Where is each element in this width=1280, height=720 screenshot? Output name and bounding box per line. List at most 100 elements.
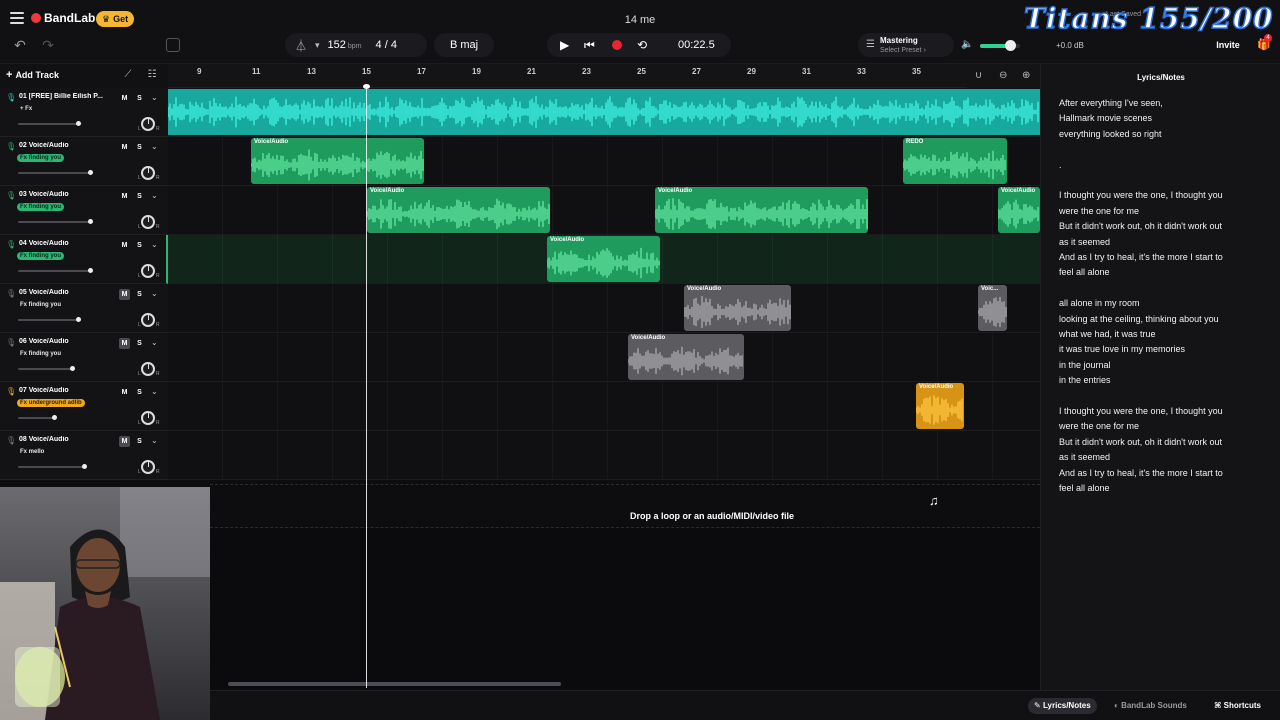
pan-knob[interactable] bbox=[141, 117, 155, 131]
chevron-down-icon[interactable]: ⌄ bbox=[151, 191, 158, 200]
track-lane[interactable] bbox=[168, 88, 1040, 137]
rewind-icon[interactable]: ⏮ bbox=[584, 38, 595, 52]
track-lane[interactable]: Voice/Audio Voic... bbox=[168, 284, 1040, 333]
pan-knob[interactable] bbox=[141, 411, 155, 425]
mic-icon[interactable]: 🎙 bbox=[6, 240, 16, 249]
key-selector[interactable]: B maj bbox=[434, 33, 494, 57]
audio-clip[interactable]: Voice/Audio bbox=[367, 187, 550, 233]
mute-button[interactable]: M bbox=[119, 93, 130, 104]
track-header[interactable]: 🎙 02 Voice/Audio Fx finding you M S ⌄ L … bbox=[0, 137, 168, 186]
mute-button[interactable]: M bbox=[119, 240, 130, 251]
track-lane[interactable]: Voice/Audio bbox=[168, 235, 1040, 284]
audio-clip[interactable]: Voice/Audio bbox=[547, 236, 660, 282]
track-name[interactable]: 02 Voice/Audio bbox=[19, 142, 69, 149]
speaker-icon[interactable]: 🔈 bbox=[961, 39, 973, 50]
track-fx-badge[interactable]: Fx finding you bbox=[17, 203, 64, 211]
mic-icon[interactable]: 🎙 bbox=[6, 387, 16, 396]
track-name[interactable]: 04 Voice/Audio bbox=[19, 240, 69, 247]
chevron-down-icon[interactable]: ⌄ bbox=[151, 93, 158, 102]
track-volume-knob[interactable] bbox=[88, 170, 93, 175]
tempo-control[interactable]: ⏃ ▾ 152 bpm 4 / 4 bbox=[285, 33, 427, 57]
track-header[interactable]: 🎙 08 Voice/Audio Fx mello M S ⌄ L R bbox=[0, 431, 168, 480]
master-volume-knob[interactable] bbox=[1005, 40, 1016, 51]
mastering-selector[interactable]: ☰ Mastering Select Preset › bbox=[858, 33, 954, 57]
audio-clip[interactable]: Voice/Audio bbox=[655, 187, 868, 233]
audio-clip[interactable]: Voice/Audio bbox=[684, 285, 791, 331]
pan-knob[interactable] bbox=[141, 215, 155, 229]
track-volume-knob[interactable] bbox=[70, 366, 75, 371]
track-volume-knob[interactable] bbox=[88, 268, 93, 273]
track-volume-knob[interactable] bbox=[82, 464, 87, 469]
horizontal-scrollbar[interactable] bbox=[228, 682, 561, 686]
grid-icon[interactable] bbox=[166, 38, 180, 52]
pan-knob[interactable] bbox=[141, 166, 155, 180]
bpm-value[interactable]: 152 bpm bbox=[328, 39, 362, 51]
zoom-in-icon[interactable]: ⊕ bbox=[1022, 70, 1030, 81]
track-volume-fader[interactable] bbox=[18, 368, 72, 370]
track-fx-badge[interactable]: Fx mello bbox=[17, 448, 47, 456]
track-volume-fader[interactable] bbox=[18, 270, 90, 272]
track-name[interactable]: 05 Voice/Audio bbox=[19, 289, 69, 296]
mic-icon[interactable]: 🎙 bbox=[6, 142, 16, 151]
loop-icon[interactable]: ⟲ bbox=[637, 38, 647, 52]
track-volume-knob[interactable] bbox=[52, 415, 57, 420]
timeline-ruler[interactable]: 9 11 13 15 17 19 21 23 25 27 29 31 33 35 bbox=[168, 64, 1040, 88]
lyrics-notes-tab[interactable]: ✎ Lyrics/Notes bbox=[1028, 698, 1097, 714]
track-fx-badge[interactable]: + Fx bbox=[17, 105, 35, 113]
audio-clip[interactable]: Voice/Audio bbox=[998, 187, 1040, 233]
lyrics-text[interactable]: After everything I've seen, Hallmark movi… bbox=[1059, 96, 1264, 497]
track-name[interactable]: 07 Voice/Audio bbox=[19, 387, 69, 394]
mic-icon[interactable]: 🎙 bbox=[6, 338, 16, 347]
chevron-down-icon[interactable]: ⌄ bbox=[151, 142, 158, 151]
metronome-icon[interactable]: ⏃ bbox=[295, 37, 307, 54]
track-lane[interactable] bbox=[168, 431, 1040, 480]
track-fx-badge[interactable]: Fx finding you bbox=[17, 154, 64, 162]
mute-button[interactable]: M bbox=[119, 436, 130, 447]
chevron-down-icon[interactable]: ⌄ bbox=[151, 338, 158, 347]
track-volume-fader[interactable] bbox=[18, 221, 90, 223]
solo-button[interactable]: S bbox=[134, 436, 145, 447]
track-volume-fader[interactable] bbox=[18, 123, 78, 125]
redo-icon[interactable]: ↷ bbox=[40, 38, 56, 52]
track-lane[interactable]: Voice/Audio REDO bbox=[168, 137, 1040, 186]
mute-button[interactable]: M bbox=[119, 338, 130, 349]
bandlab-sounds-tab[interactable]: ◐ BandLab Sounds bbox=[1108, 698, 1193, 714]
mute-button[interactable]: M bbox=[119, 289, 130, 300]
track-volume-fader[interactable] bbox=[18, 417, 54, 419]
shortcuts-tab[interactable]: ⌘ Shortcuts bbox=[1208, 698, 1267, 714]
audio-clip[interactable]: REDO bbox=[903, 138, 1007, 184]
undo-icon[interactable]: ↶ bbox=[12, 38, 28, 52]
mic-icon[interactable]: 🎙 bbox=[6, 289, 16, 298]
track-name[interactable]: 08 Voice/Audio bbox=[19, 436, 69, 443]
solo-button[interactable]: S bbox=[134, 289, 145, 300]
mixer-settings-icon[interactable]: ☷ bbox=[145, 69, 159, 83]
mic-icon[interactable]: 🎙 bbox=[6, 93, 16, 102]
track-volume-knob[interactable] bbox=[76, 317, 81, 322]
solo-button[interactable]: S bbox=[134, 142, 145, 153]
mute-button[interactable]: M bbox=[119, 142, 130, 153]
pan-knob[interactable] bbox=[141, 460, 155, 474]
chevron-down-icon[interactable]: ⌄ bbox=[151, 436, 158, 445]
solo-button[interactable]: S bbox=[134, 240, 145, 251]
track-header[interactable]: 🎙 04 Voice/Audio Fx finding you M S ⌄ L … bbox=[0, 235, 168, 284]
track-volume-fader[interactable] bbox=[18, 172, 90, 174]
solo-button[interactable]: S bbox=[134, 191, 145, 202]
track-name[interactable]: 01 [FREE] Billie Eilish P... bbox=[19, 93, 103, 100]
menu-icon[interactable] bbox=[10, 12, 24, 24]
chevron-down-icon[interactable]: ▾ bbox=[315, 40, 320, 51]
track-name[interactable]: 06 Voice/Audio bbox=[19, 338, 69, 345]
mic-icon[interactable]: 🎙 bbox=[6, 191, 16, 200]
audio-clip[interactable]: Voice/Audio bbox=[251, 138, 424, 184]
track-volume-fader[interactable] bbox=[18, 466, 84, 468]
track-name[interactable]: 03 Voice/Audio bbox=[19, 191, 69, 198]
track-fx-badge[interactable]: Fx finding you bbox=[17, 350, 64, 358]
solo-button[interactable]: S bbox=[134, 93, 145, 104]
drop-zone[interactable]: ♫ Drop a loop or an audio/MIDI/video fil… bbox=[210, 484, 1040, 528]
audio-clip[interactable]: Voice/Audio bbox=[916, 383, 964, 429]
master-volume-slider[interactable] bbox=[980, 40, 1020, 51]
pan-knob[interactable] bbox=[141, 362, 155, 376]
bandlab-logo[interactable]: BandLab bbox=[31, 11, 95, 25]
solo-button[interactable]: S bbox=[134, 338, 145, 349]
chevron-down-icon[interactable]: ⌄ bbox=[151, 289, 158, 298]
mic-icon[interactable]: 🎙 bbox=[6, 436, 16, 445]
